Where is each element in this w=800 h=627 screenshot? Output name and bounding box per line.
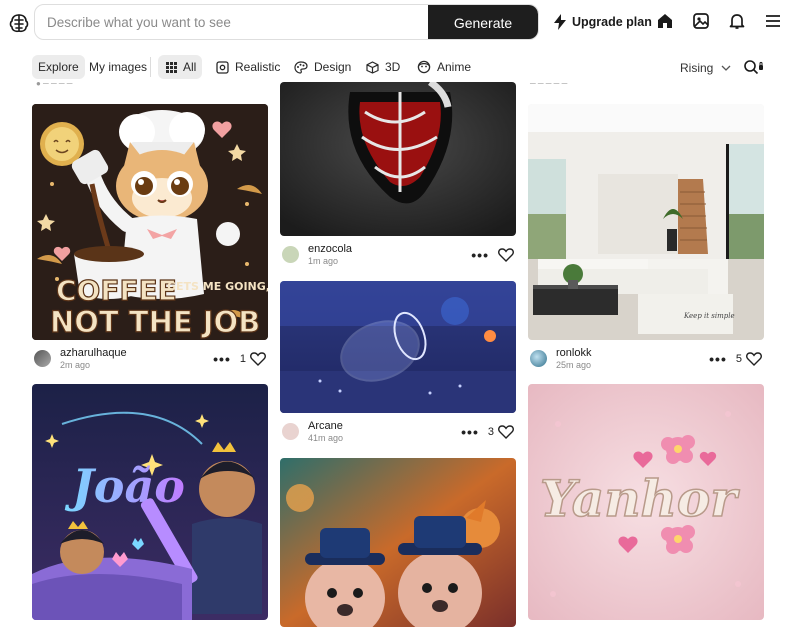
cushion-caption: Keep it simple xyxy=(683,312,735,320)
username[interactable]: Arcane xyxy=(308,420,343,432)
avatar[interactable] xyxy=(282,423,299,440)
chevron-down-icon xyxy=(721,65,731,71)
image-grid: ● ─ ─ ─ ─ ─ ─ ─ ─ ─ COFFEE GETS ME GOING… xyxy=(0,82,800,627)
menu-icon[interactable] xyxy=(764,12,782,30)
avatar[interactable] xyxy=(282,246,299,263)
joao-illustration: João xyxy=(32,384,268,620)
image-card-joao[interactable]: João xyxy=(32,384,268,620)
filter-anime[interactable]: Anime xyxy=(411,55,477,79)
like-button[interactable]: 3 xyxy=(488,425,514,439)
card-meta: ronlokk 25m ago ••• 5 xyxy=(530,347,762,377)
more-options-icon[interactable]: ••• xyxy=(709,352,727,366)
filter-3d-label: 3D xyxy=(385,60,401,74)
cutoff-meta: ● ─ ─ ─ ─ xyxy=(36,82,73,88)
like-count: 1 xyxy=(239,353,246,365)
coffee-cat-illustration: COFFEE GETS ME GOING, NOT THE JOB xyxy=(32,104,268,340)
gallery-icon[interactable] xyxy=(692,12,710,30)
heart-icon xyxy=(746,352,762,366)
lightning-icon xyxy=(554,14,566,30)
filter-3d[interactable]: 3D xyxy=(360,55,406,79)
card-meta: enzocola 1m ago ••• xyxy=(282,243,514,273)
filter-design-label: Design xyxy=(314,60,352,74)
grid-icon xyxy=(166,61,177,73)
filter-divider xyxy=(150,57,151,77)
upgrade-plan-button[interactable]: Upgrade plan xyxy=(553,12,652,32)
like-button[interactable] xyxy=(498,248,514,262)
upgrade-plan-label: Upgrade plan xyxy=(572,15,652,29)
heart-icon xyxy=(498,425,514,439)
tab-my-images-label: My images xyxy=(89,60,148,74)
poodles-render xyxy=(280,458,516,627)
brain-logo-icon[interactable] xyxy=(8,12,30,34)
bell-icon[interactable] xyxy=(728,12,746,30)
tab-explore-label: Explore xyxy=(38,60,79,74)
timestamp: 25m ago xyxy=(556,360,592,370)
timestamp: 2m ago xyxy=(60,360,91,370)
palette-icon xyxy=(294,60,308,74)
more-options-icon[interactable]: ••• xyxy=(471,248,489,262)
filter-anime-label: Anime xyxy=(437,60,472,74)
image-card-glass-jar[interactable] xyxy=(280,281,516,413)
face-icon xyxy=(417,60,431,74)
more-options-icon[interactable]: ••• xyxy=(461,425,479,439)
filter-all[interactable]: All xyxy=(158,55,203,79)
like-count: 5 xyxy=(735,353,742,365)
image-card-yanhor[interactable]: Yanhor xyxy=(528,384,764,620)
image-card-poodles[interactable] xyxy=(280,458,516,627)
top-bar: Generate Upgrade plan xyxy=(0,0,800,46)
cube-icon xyxy=(366,60,379,74)
more-options-icon[interactable]: ••• xyxy=(213,352,231,366)
joao-text: João xyxy=(64,459,185,513)
like-count: 3 xyxy=(487,426,494,438)
card-meta: Arcane 41m ago ••• 3 xyxy=(282,420,514,450)
avatar[interactable] xyxy=(34,350,51,367)
tab-my-images[interactable]: My images xyxy=(83,55,153,79)
coffee-subline: GETS ME GOING, xyxy=(167,280,268,293)
interior-photo: Keep it simple xyxy=(528,104,764,340)
prompt-bar: Generate xyxy=(34,4,539,40)
avatar[interactable] xyxy=(530,350,547,367)
image-card-glass-heart[interactable] xyxy=(280,82,516,236)
username[interactable]: azharulhaque xyxy=(60,347,127,359)
prompt-input[interactable] xyxy=(35,5,430,39)
like-button[interactable]: 5 xyxy=(736,352,762,366)
sort-dropdown[interactable]: Rising xyxy=(680,61,731,75)
filter-realistic-label: Realistic xyxy=(235,60,281,74)
glass-heart-render xyxy=(280,82,516,236)
username[interactable]: ronlokk xyxy=(556,347,591,359)
yanhor-jewel-text: Yanhor xyxy=(528,384,764,620)
tab-explore[interactable]: Explore xyxy=(32,55,85,79)
like-button[interactable]: 1 xyxy=(240,352,266,366)
cutoff-meta: ─ ─ ─ ─ ─ xyxy=(530,82,568,88)
image-card-coffee-cat[interactable]: COFFEE GETS ME GOING, NOT THE JOB xyxy=(32,104,268,340)
card-meta: azharulhaque 2m ago ••• 1 xyxy=(34,347,266,377)
heart-icon xyxy=(250,352,266,366)
timestamp: 1m ago xyxy=(308,256,339,266)
search-icon[interactable] xyxy=(743,59,767,75)
home-icon[interactable] xyxy=(656,12,674,30)
filter-design[interactable]: Design xyxy=(288,55,357,79)
coffee-headline: COFFEE xyxy=(56,274,177,307)
timestamp: 41m ago xyxy=(308,433,344,443)
filter-bar: Explore My images All Realistic Design 3… xyxy=(0,53,800,81)
camera-icon xyxy=(216,60,229,74)
coffee-headline-2: NOT THE JOB xyxy=(50,305,260,339)
generate-button[interactable]: Generate xyxy=(428,5,538,39)
heart-icon xyxy=(498,248,514,262)
filter-all-label: All xyxy=(183,60,197,74)
image-card-interior[interactable]: Keep it simple xyxy=(528,104,764,340)
username[interactable]: enzocola xyxy=(308,243,352,255)
glass-jar-photo xyxy=(280,281,516,413)
filter-realistic[interactable]: Realistic xyxy=(210,55,286,79)
sort-value: Rising xyxy=(680,61,714,75)
yanhor-text: Yanhor xyxy=(540,469,740,528)
